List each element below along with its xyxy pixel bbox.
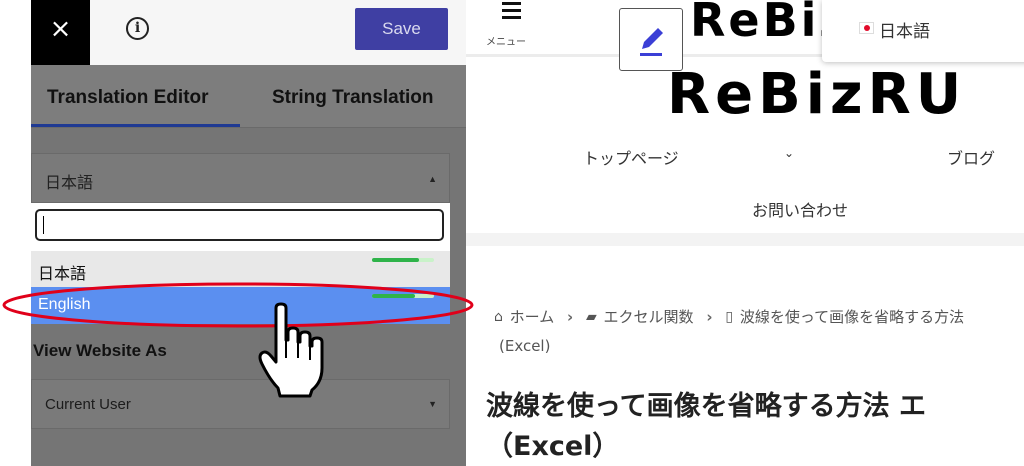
nav-item-top-page[interactable]: トップページ [583,145,679,169]
menu-label[interactable]: メニュー [486,33,526,48]
language-dropdown: 日本語 English [31,203,450,324]
caret-down-icon: ▼ [428,399,437,409]
language-switcher[interactable]: 日本語 [822,0,1024,62]
breadcrumb-current-continued: (Excel) [499,337,551,355]
home-icon: ⌂ [494,308,503,325]
language-select-value: 日本語 [45,173,94,192]
language-option-label: English [38,296,91,313]
document-icon: ▯ [725,308,734,325]
breadcrumb-category[interactable]: エクセル関数 [604,306,694,327]
info-icon[interactable]: i [126,17,149,40]
left-gutter [0,0,31,466]
translation-progress-fill [372,258,419,262]
article-title: 波線を使って画像を省略する方法 エ [486,391,927,422]
text-cursor [43,216,44,234]
hand-pointer-icon [258,302,324,398]
language-switcher-label: 日本語 [879,22,930,42]
translation-progress-fill [372,294,416,298]
divider [31,127,466,128]
language-option-english[interactable]: English [31,287,450,324]
view-as-select[interactable]: Current User ▼ [31,379,450,429]
hamburger-menu-icon[interactable] [500,0,524,24]
language-select[interactable]: 日本語 ▲ [31,153,450,203]
chevron-right-icon: › [567,307,574,326]
language-option-label: 日本語 [38,264,87,283]
nav-item-blog[interactable]: ブログ [947,145,995,169]
tab-translation-editor[interactable]: Translation Editor [47,87,209,109]
website-preview: メニュー ReBiz 日本語 ReBizRU トップページ ⌄ ブログ お問い合… [466,0,1024,466]
view-as-select-value: Current User [45,396,131,413]
translation-progress-bar [372,258,434,262]
save-button[interactable]: Save [355,8,448,50]
breadcrumb-current: 波線を使って画像を省略する方法 [739,308,965,326]
language-option-japanese[interactable]: 日本語 [31,251,450,288]
japan-flag-icon [859,22,874,34]
nav-item-contact[interactable]: お問い合わせ [752,197,848,221]
translation-editor-panel: × i Save Translation Editor String Trans… [31,0,466,466]
section-divider [466,233,1024,246]
article-title-continued: （Excel） [486,431,620,462]
editor-toolbar: × i Save [31,0,466,65]
site-logo[interactable]: ReBizRU [667,62,966,127]
breadcrumb: ⌂ ホーム › ▰ エクセル関数 › ▯ 波線を使って画像を省略する方法 [494,306,964,327]
chevron-right-icon: › [706,307,713,326]
close-icon: × [49,14,72,44]
folder-icon: ▰ [585,308,597,325]
translation-progress-bar [372,294,434,298]
breadcrumb-home[interactable]: ホーム [510,306,555,327]
editor-tabs: Translation Editor String Translation [31,65,466,127]
tab-string-translation[interactable]: String Translation [272,87,434,109]
close-button[interactable]: × [31,0,90,65]
view-website-as-label: View Website As [33,341,167,360]
chevron-down-icon[interactable]: ⌄ [784,146,794,160]
language-search-input[interactable] [35,209,444,241]
caret-up-icon: ▲ [428,174,437,184]
